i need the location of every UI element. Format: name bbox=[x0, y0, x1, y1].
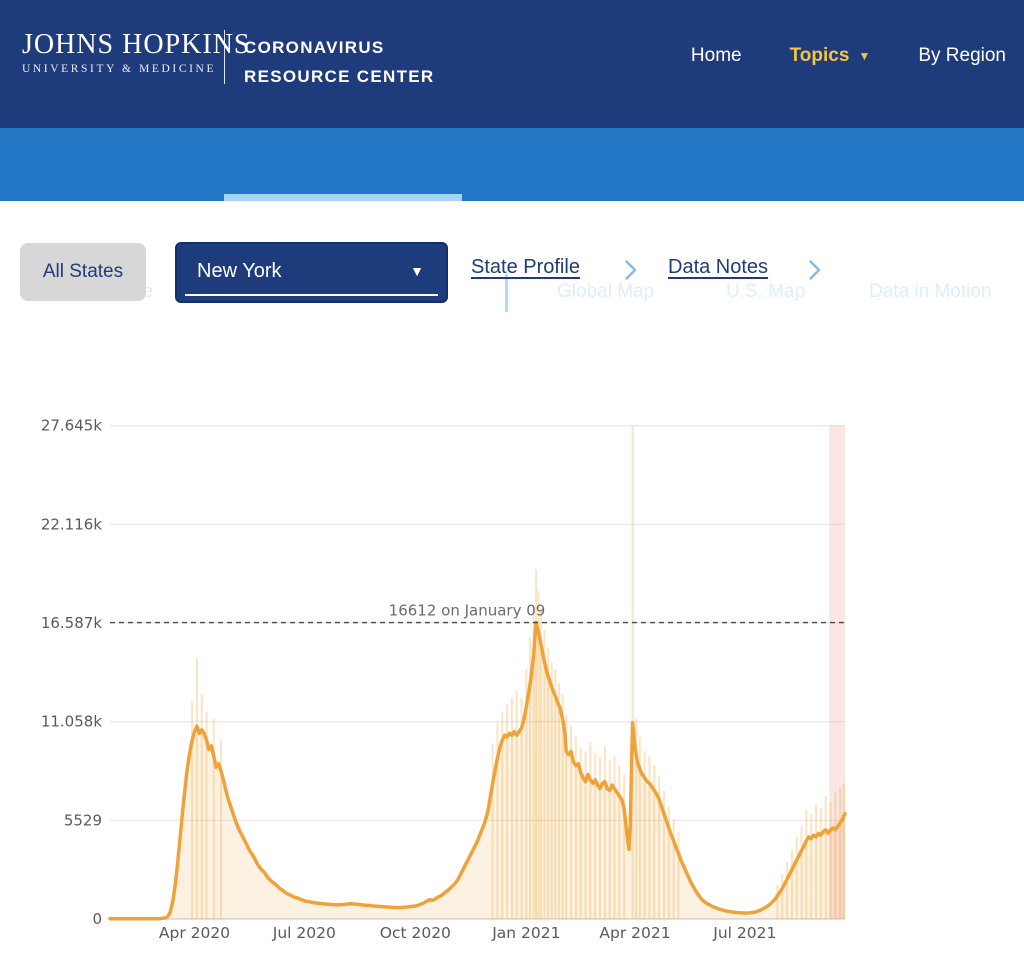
nav-topics[interactable]: Topics▼ bbox=[790, 45, 871, 67]
new-cases-chart[interactable]: 16612 on January 09 0 5529 11.058k 16.587k 2… bbox=[0, 400, 1024, 959]
state-select[interactable]: New York ▼ bbox=[175, 242, 448, 303]
svg-text:Apr 2020: Apr 2020 bbox=[159, 924, 230, 942]
site-title[interactable]: CORONAVIRUS RESOURCE CENTER bbox=[244, 33, 434, 91]
site-header: JOHNS HOPKINS UNIVERSITY & MEDICINE CORO… bbox=[0, 0, 1024, 128]
logo-divider bbox=[224, 30, 225, 84]
chevron-right-icon bbox=[624, 259, 638, 286]
state-select-underline bbox=[185, 294, 438, 296]
chart-highlight-band bbox=[829, 426, 845, 919]
subnav-global-map[interactable]: Global Map bbox=[557, 281, 654, 303]
svg-text:0: 0 bbox=[92, 910, 102, 928]
site-title-line2: RESOURCE CENTER bbox=[244, 62, 434, 91]
svg-text:27.645k: 27.645k bbox=[41, 417, 102, 435]
svg-text:22.116k: 22.116k bbox=[41, 515, 102, 533]
state-select-value: New York bbox=[197, 260, 282, 283]
state-select-arrow-icon: ▼ bbox=[410, 263, 424, 279]
svg-text:Jan 2021: Jan 2021 bbox=[491, 924, 560, 942]
chevron-right-icon bbox=[808, 259, 822, 286]
svg-text:16612 on January 09: 16612 on January 09 bbox=[389, 602, 546, 620]
svg-text:5529: 5529 bbox=[64, 811, 102, 829]
svg-text:Oct 2020: Oct 2020 bbox=[380, 924, 451, 942]
jhu-logo-title: JOHNS HOPKINS bbox=[22, 30, 250, 60]
svg-text:16.587k: 16.587k bbox=[41, 614, 102, 632]
subnav-divider bbox=[505, 274, 508, 312]
svg-text:Jul 2021: Jul 2021 bbox=[712, 924, 776, 942]
all-states-button[interactable]: All States bbox=[20, 243, 146, 301]
topics-dropdown-arrow-icon: ▼ bbox=[858, 49, 870, 63]
active-tab-underline bbox=[224, 194, 462, 201]
nav-by-region[interactable]: By Region bbox=[918, 45, 1006, 67]
jhu-logo-subtitle: UNIVERSITY & MEDICINE bbox=[22, 63, 250, 75]
subnav-us-map[interactable]: U.S. Map bbox=[726, 281, 805, 303]
subnav-data-in-motion[interactable]: Data in Motion bbox=[869, 281, 992, 303]
state-profile-link[interactable]: State Profile bbox=[471, 256, 580, 279]
jhu-logo[interactable]: JOHNS HOPKINS UNIVERSITY & MEDICINE bbox=[22, 30, 250, 75]
svg-text:11.058k: 11.058k bbox=[41, 713, 102, 731]
data-notes-link[interactable]: Data Notes bbox=[668, 256, 768, 279]
tracker-subnav: Tracking Home Data Visualizations Global… bbox=[0, 128, 1024, 201]
nav-home[interactable]: Home bbox=[691, 45, 742, 67]
svg-text:Apr 2021: Apr 2021 bbox=[599, 924, 670, 942]
top-nav: Home Topics▼ By Region bbox=[691, 45, 1006, 67]
site-title-line1: CORONAVIRUS bbox=[244, 33, 434, 62]
svg-text:Jul 2020: Jul 2020 bbox=[272, 924, 336, 942]
chart-peak-annotation: 16612 on January 09 bbox=[110, 602, 845, 623]
